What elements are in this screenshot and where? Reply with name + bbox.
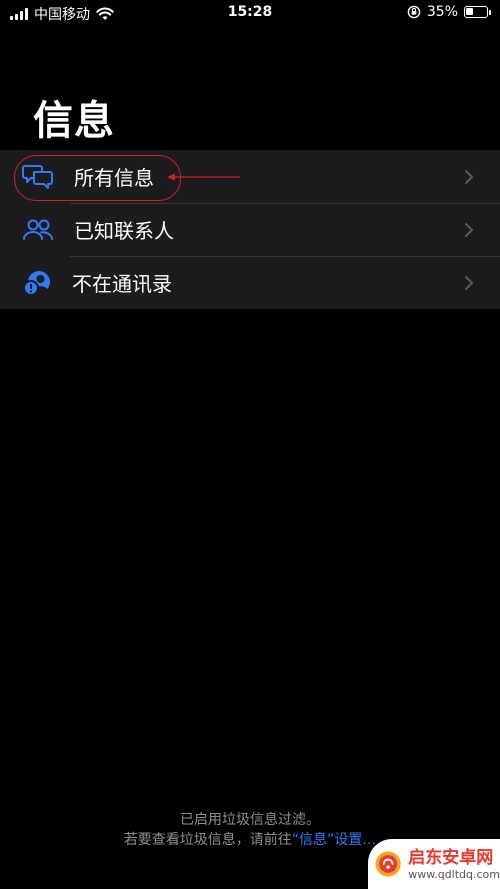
people-icon <box>22 216 54 244</box>
chevron-right-icon <box>465 222 473 237</box>
footer-line1: 已启用垃圾信息过滤。 <box>180 812 320 828</box>
watermark-url: www.qdltdq.com <box>408 867 500 881</box>
battery-percent: 35% <box>426 4 458 20</box>
list-item-unknown-senders[interactable]: 不在通讯录 <box>0 256 500 309</box>
rotation-lock-icon <box>407 5 421 19</box>
status-bar: 中国移动 15:28 35% <box>0 0 500 26</box>
annotation-arrow-icon <box>167 173 240 181</box>
site-logo-icon <box>375 851 401 877</box>
unknown-person-icon <box>22 269 54 297</box>
battery-icon <box>464 6 491 18</box>
chevron-right-icon <box>465 169 473 184</box>
list-item-label: 不在通讯录 <box>72 272 172 296</box>
list-item-label: 已知联系人 <box>74 219 174 243</box>
page-title: 信息 <box>33 98 115 144</box>
watermark: 启东安卓网 www.qdltdq.com <box>368 839 500 889</box>
messages-settings-link[interactable]: “信息”设置… <box>292 832 377 848</box>
list-item-known-contacts[interactable]: 已知联系人 <box>0 203 500 256</box>
watermark-text: 启东安卓网 www.qdltdq.com <box>408 848 500 881</box>
messages-filter-screen: 中国移动 15:28 35% 信息 所有信息 已知联系人 不在通讯录 已启用垃圾… <box>0 0 500 889</box>
footer-line2-text: 若要查看垃圾信息，请前往 <box>123 832 292 848</box>
watermark-title: 启东安卓网 <box>408 847 494 868</box>
status-right: 35% <box>407 4 491 20</box>
annotation-circle <box>14 155 181 201</box>
battery-fill <box>466 8 473 15</box>
chevron-right-icon <box>465 275 473 290</box>
